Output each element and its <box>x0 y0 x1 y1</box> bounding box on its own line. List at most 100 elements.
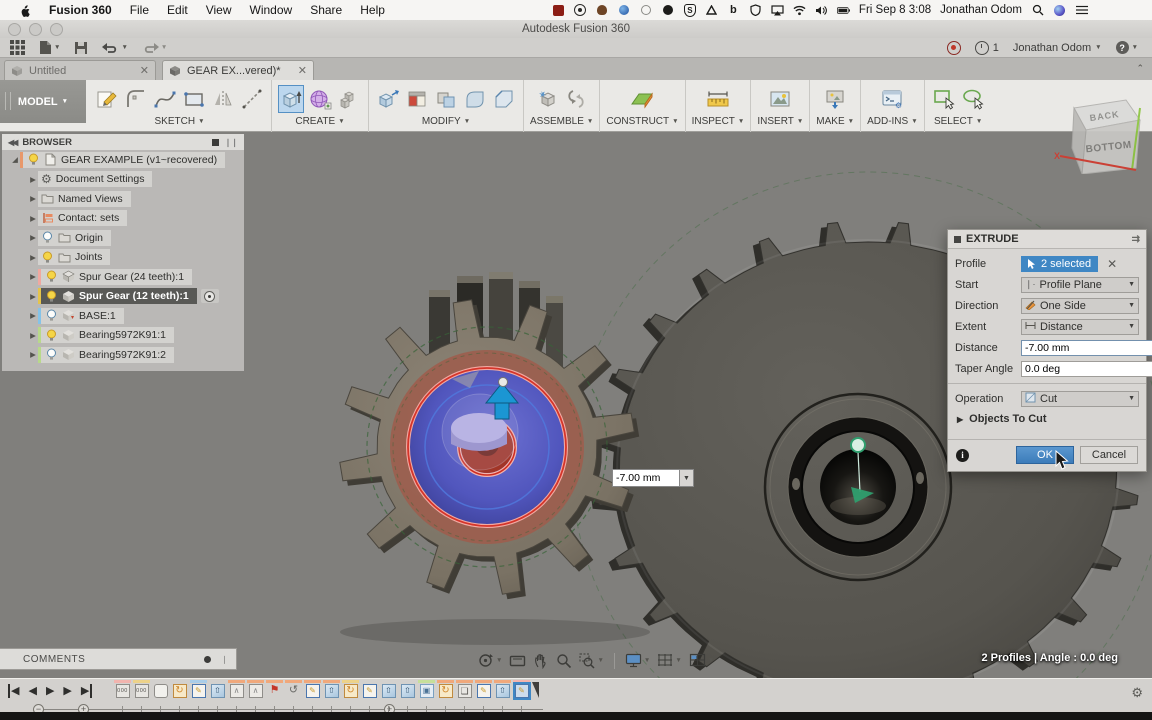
sketch-construction-line-icon[interactable] <box>239 85 265 113</box>
go-to-start-button[interactable]: ◀ <box>8 684 19 698</box>
step-forward-button[interactable]: ▶ <box>63 684 71 698</box>
expand-icon[interactable]: ▶ <box>28 194 38 203</box>
app-shield-check-icon[interactable] <box>749 4 762 17</box>
menu-edit[interactable]: Edit <box>167 3 188 17</box>
expand-icon[interactable]: ▶ <box>28 175 38 184</box>
clear-selection-icon[interactable]: ✕ <box>1107 257 1117 271</box>
browser-item-joints[interactable]: ▶ Joints <box>2 248 244 268</box>
user-account-menu[interactable]: Jonathan Odom▼ <box>1013 42 1102 54</box>
battery-icon[interactable] <box>837 4 850 17</box>
extrude-tool-icon[interactable] <box>278 85 304 113</box>
step-back-button[interactable]: ◀ <box>28 684 36 698</box>
create-sketch-icon[interactable] <box>94 85 120 113</box>
browser-item-bearing-2[interactable]: ▶ Bearing5972K91:2 <box>2 345 244 365</box>
expand-icon[interactable]: ◢ <box>10 155 20 164</box>
joint-icon[interactable] <box>563 85 589 113</box>
window-select-icon[interactable] <box>931 85 957 113</box>
zoom-window-tool[interactable]: ▼ <box>579 653 603 669</box>
expand-icon[interactable]: ▶ <box>28 350 38 359</box>
expand-icon[interactable]: ▶ <box>28 331 38 340</box>
bulb-off-icon[interactable] <box>45 348 58 361</box>
file-menu-icon[interactable]: ▼ <box>39 40 60 55</box>
make-3dprint-icon[interactable] <box>822 85 848 113</box>
app-shield-s-icon[interactable]: S <box>684 4 696 17</box>
browser-item-spur-gear-12[interactable]: ▶ Spur Gear (12 teeth):1 <box>2 287 244 307</box>
go-to-end-button[interactable]: ▶ <box>81 684 92 698</box>
airplay-icon[interactable] <box>771 4 784 17</box>
save-icon[interactable] <box>74 41 88 55</box>
spotlight-icon[interactable] <box>1031 4 1044 17</box>
tab-gear-example[interactable]: GEAR EX...vered)* ✕ <box>162 60 314 80</box>
browser-item-base[interactable]: ▶ BASE:1 <box>2 306 244 326</box>
workspace-switcher[interactable]: MODEL▼ <box>0 80 86 123</box>
multiple-views-tool[interactable]: ▼ <box>689 653 714 668</box>
timeline-position-marker[interactable] <box>532 682 539 698</box>
expand-icon[interactable]: ▶ <box>28 214 38 223</box>
make-menu[interactable]: MAKE▼ <box>816 116 854 127</box>
play-button[interactable]: ▶ <box>46 684 54 698</box>
expand-icon[interactable]: ▶ <box>28 253 38 262</box>
distance-field-dropdown-icon[interactable]: ▼ <box>680 469 694 487</box>
browser-item-root[interactable]: ◢ GEAR EXAMPLE (v1~recovered) <box>2 150 244 170</box>
menu-window[interactable]: Window <box>250 3 293 17</box>
info-icon[interactable]: i <box>956 449 969 462</box>
chamfer-icon[interactable] <box>491 85 517 113</box>
addins-menu[interactable]: ADD-INS▼ <box>867 116 918 127</box>
bulb-on-icon[interactable] <box>45 329 58 342</box>
cancel-button[interactable]: Cancel <box>1080 446 1138 464</box>
menu-share[interactable]: Share <box>310 3 342 17</box>
record-icon[interactable] <box>574 4 587 17</box>
bulb-off-icon[interactable] <box>45 309 58 322</box>
browser-item-origin[interactable]: ▶ Origin <box>2 228 244 248</box>
bulb-on-icon[interactable] <box>45 290 58 303</box>
bulb-on-icon[interactable] <box>45 270 58 283</box>
bulb-off-icon[interactable] <box>41 231 54 244</box>
direction-dropdown[interactable]: One Side▼ <box>1021 298 1139 314</box>
app-spiral-icon[interactable] <box>640 4 653 17</box>
expand-icon[interactable]: ▶ <box>28 272 38 281</box>
combine-icon[interactable] <box>433 85 459 113</box>
select-menu[interactable]: SELECT▼ <box>934 116 982 127</box>
browser-item-contact-sets[interactable]: ▶ Contact: sets <box>2 209 244 229</box>
orbit-tool[interactable]: ▼ <box>477 652 502 669</box>
version-history-button[interactable]: 1 <box>975 41 999 55</box>
appearance-icon[interactable] <box>404 85 430 113</box>
comments-handle-icon[interactable]: ❘ <box>221 655 228 664</box>
zoom-tool[interactable] <box>556 653 572 669</box>
insert-menu[interactable]: INSERT▼ <box>757 116 803 127</box>
browser-item-spur-gear-24[interactable]: ▶ Spur Gear (24 teeth):1 <box>2 267 244 287</box>
operation-dropdown[interactable]: Cut▼ <box>1021 391 1139 407</box>
distance-input[interactable] <box>1021 340 1152 356</box>
menu-file[interactable]: File <box>130 3 149 17</box>
start-dropdown[interactable]: ❘·Profile Plane▼ <box>1021 277 1139 293</box>
3d-viewport[interactable]: ◀◀ BROWSER ❘❘ ◢ GEAR EXAMPLE (v1~recover… <box>0 132 1152 678</box>
redo-icon[interactable]: ▼ <box>142 42 167 54</box>
menubar-user[interactable]: Jonathan Odom <box>940 4 1022 16</box>
insert-image-icon[interactable] <box>767 85 793 113</box>
sketch-spline-icon[interactable] <box>152 85 178 113</box>
pan-tool[interactable] <box>533 653 549 669</box>
tab-untitled[interactable]: Untitled ✕ <box>4 60 156 80</box>
browser-item-document-settings[interactable]: ▶ ⚙ Document Settings <box>2 170 244 190</box>
app-drive-icon[interactable] <box>705 4 718 17</box>
profile-selected-chip[interactable]: 2 selected <box>1021 256 1098 272</box>
sketch-mirror-icon[interactable] <box>210 85 236 113</box>
distance-value-field[interactable] <box>612 469 680 487</box>
app-monkey-icon[interactable] <box>596 4 609 17</box>
record-session-icon[interactable] <box>947 41 961 55</box>
modify-menu[interactable]: MODIFY▼ <box>422 116 470 127</box>
assemble-menu[interactable]: ASSEMBLE▼ <box>530 116 593 127</box>
collapse-browser-icon[interactable]: ◀◀ <box>8 138 16 147</box>
fillet-icon[interactable] <box>462 85 488 113</box>
new-component-icon[interactable] <box>534 85 560 113</box>
apple-menu-icon[interactable] <box>18 4 31 17</box>
undo-icon[interactable]: ▼ <box>102 42 127 54</box>
construct-menu[interactable]: CONSTRUCT▼ <box>606 116 678 127</box>
measure-icon[interactable] <box>705 85 731 113</box>
display-settings-tool[interactable]: ▼ <box>625 653 650 668</box>
browser-item-named-views[interactable]: ▶ Named Views <box>2 189 244 209</box>
browser-handle-icon[interactable]: ❘❘ <box>225 138 238 147</box>
menubar-clock[interactable]: Fri Sep 8 3:08 <box>859 4 931 16</box>
browser-header[interactable]: ◀◀ BROWSER ❘❘ <box>2 134 244 150</box>
bulb-on-icon[interactable] <box>27 153 40 166</box>
